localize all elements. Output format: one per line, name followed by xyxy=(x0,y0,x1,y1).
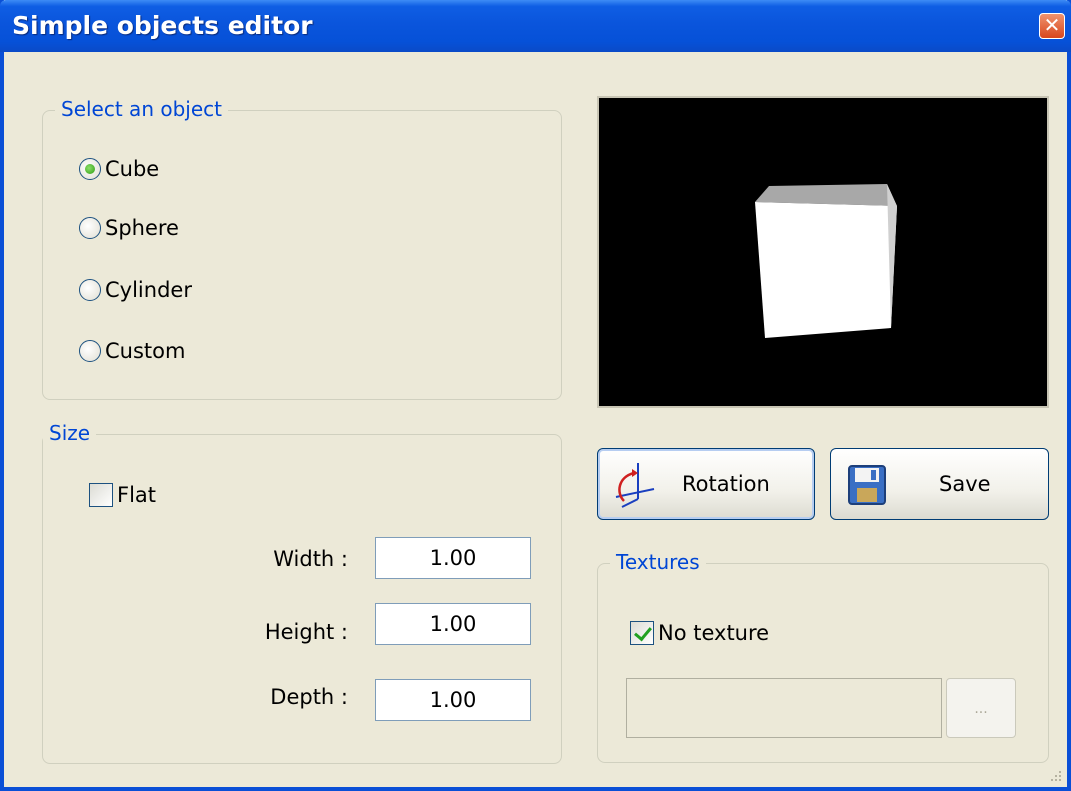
floppy-disk-icon xyxy=(843,460,891,508)
width-input[interactable]: 1.00 xyxy=(375,537,531,579)
radio-sphere[interactable]: Sphere xyxy=(79,216,179,240)
flat-checkbox-row[interactable]: Flat xyxy=(89,483,156,507)
flat-label: Flat xyxy=(117,483,157,507)
close-icon: ✕ xyxy=(1043,13,1061,37)
radio-cylinder[interactable]: Cylinder xyxy=(79,278,192,302)
depth-label: Depth : xyxy=(270,685,348,709)
radio-custom-indicator[interactable] xyxy=(79,340,101,362)
rotation-label: Rotation xyxy=(682,472,770,496)
radio-sphere-indicator[interactable] xyxy=(79,217,101,239)
preview-viewport[interactable] xyxy=(597,96,1049,408)
close-button[interactable]: ✕ xyxy=(1039,13,1065,39)
title-bar[interactable]: Simple objects editor ✕ xyxy=(0,0,1071,52)
rotation-icon xyxy=(608,459,658,509)
size-group: Size Flat Width : 1.00 Height : 1.00 Dep… xyxy=(42,421,562,764)
resize-grip-icon[interactable] xyxy=(1047,767,1063,783)
no-texture-label: No texture xyxy=(658,621,770,645)
height-label: Height : xyxy=(264,620,348,644)
save-label: Save xyxy=(939,472,991,496)
flat-checkbox[interactable] xyxy=(89,483,113,507)
no-texture-checkbox[interactable] xyxy=(630,621,654,645)
cube-preview-graphic xyxy=(755,184,897,338)
select-object-group: Select an object Cube Sphere Cylinder Cu… xyxy=(42,97,562,400)
save-button[interactable]: Save xyxy=(830,448,1049,520)
radio-cube[interactable]: Cube xyxy=(79,157,159,181)
size-title: Size xyxy=(43,421,97,445)
height-input[interactable]: 1.00 xyxy=(375,603,531,645)
depth-input[interactable]: 1.00 xyxy=(375,679,531,721)
radio-cylinder-indicator[interactable] xyxy=(79,279,101,301)
radio-cube-label: Cube xyxy=(105,157,160,181)
select-object-title: Select an object xyxy=(55,97,228,121)
radio-custom-label: Custom xyxy=(105,339,186,363)
window-title: Simple objects editor xyxy=(12,11,313,40)
texture-path-input[interactable] xyxy=(626,678,942,738)
radio-cylinder-label: Cylinder xyxy=(105,278,192,302)
radio-cube-indicator[interactable] xyxy=(79,158,101,180)
editor-window: Simple objects editor ✕ Select an object… xyxy=(0,0,1071,791)
radio-custom[interactable]: Custom xyxy=(79,339,185,363)
radio-sphere-label: Sphere xyxy=(105,216,179,240)
browse-texture-button[interactable]: ... xyxy=(946,678,1016,738)
no-texture-checkbox-row[interactable]: No texture xyxy=(630,621,769,645)
rotation-button[interactable]: Rotation xyxy=(597,448,815,520)
width-label: Width : xyxy=(273,547,348,571)
cube-front-face xyxy=(755,202,897,338)
textures-title: Textures xyxy=(610,550,706,574)
